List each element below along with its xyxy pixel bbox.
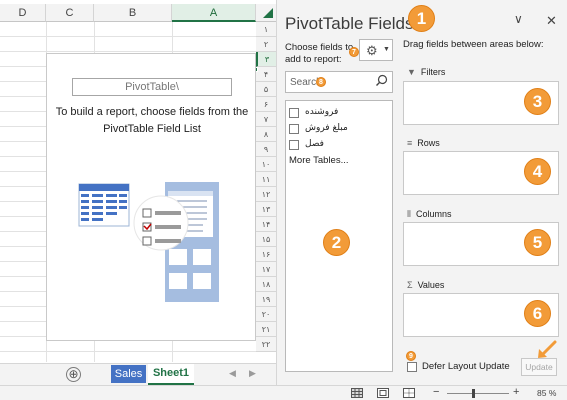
column-header-b[interactable]: B [94, 4, 172, 22]
callout-6: 6 [524, 300, 551, 327]
row-header[interactable]: ١٢ [256, 187, 276, 202]
sigma-icon: Σ [407, 280, 413, 290]
defer-layout-checkbox[interactable] [407, 362, 417, 372]
callout-4: 4 [524, 158, 551, 185]
columns-label: Columns [415, 209, 452, 219]
row-header[interactable]: ١١ [256, 172, 276, 187]
row-header[interactable]: ١۴ [256, 217, 276, 232]
field-item[interactable]: فروشنده [289, 107, 389, 121]
new-sheet-button[interactable]: ⊕ [66, 367, 81, 382]
tab-sheet1[interactable]: Sheet1 [148, 364, 194, 385]
row-header[interactable]: ٢١ [256, 322, 276, 337]
scroll-right-icon[interactable]: ▶ [249, 368, 256, 379]
field-item[interactable]: فصل [289, 139, 389, 153]
excel-window: D C B A ١ ٢ ٣ ۴ ۵ ۶ ٧ ٨ ٩ ١٠ ١١ ١٢ ١٣ ١۴ ١۵ ١۶ ١٧ ١٨ ١٩ ٢٠ ٢… [0, 0, 567, 400]
pivot-illustration-icon [78, 182, 219, 302]
row-header[interactable]: ٣ [256, 52, 276, 67]
callout-5: 5 [524, 229, 551, 256]
caret-down-icon: ▼ [383, 46, 390, 53]
row-header[interactable]: ١۵ [256, 232, 276, 247]
column-header-a[interactable]: A [172, 4, 256, 22]
row-header[interactable]: ١٩ [256, 292, 276, 307]
normal-view-icon[interactable] [351, 388, 363, 398]
rows-area-label: ≡ Rows [407, 138, 440, 148]
field-item[interactable]: مبلغ فروش [289, 123, 389, 137]
row-header[interactable]: ۶ [256, 97, 276, 112]
pivot-instruction-text: To build a report, choose fields from th… [55, 106, 249, 135]
page-break-view-icon[interactable] [403, 388, 415, 398]
filters-area-label: ▼ Filters [407, 67, 445, 77]
row-header[interactable]: ٢٠ [256, 307, 276, 322]
grid-line [0, 51, 256, 52]
select-all-triangle-icon [263, 8, 273, 18]
pivot-table-name: PivotTable\ [72, 78, 232, 96]
field-list-tools-button[interactable]: ⚙ ▼ [359, 39, 393, 61]
field-checkbox[interactable] [289, 140, 299, 150]
row-header[interactable]: ١۶ [256, 247, 276, 262]
callout-9: 9 [406, 351, 416, 361]
column-header-c[interactable]: C [46, 4, 94, 22]
zoom-slider[interactable] [447, 393, 509, 394]
values-area-label: Σ Values [407, 280, 444, 290]
zoom-out-button[interactable]: − [433, 386, 439, 398]
field-label: فروشنده [305, 107, 339, 117]
values-label: Values [417, 280, 445, 290]
choose-fields-label: Choose fields to add to report: [285, 42, 354, 65]
plus-icon: ⊕ [68, 367, 79, 381]
columns-icon: ⦀ [407, 209, 411, 219]
select-all-corner[interactable] [256, 4, 276, 22]
worksheet-grid[interactable]: D C B A ١ ٢ ٣ ۴ ۵ ۶ ٧ ٨ ٩ ١٠ ١١ ١٢ ١٣ ١۴ ١۵ ١۶ ١٧ ١٨ ١٩ ٢٠ ٢… [0, 0, 276, 365]
row-header[interactable]: ٧ [256, 112, 276, 127]
row-header[interactable]: ١٨ [256, 277, 276, 292]
pivot-table-placeholder[interactable]: PivotTable\ To build a report, choose fi… [46, 53, 256, 341]
callout-1: 1 [408, 5, 435, 32]
close-icon[interactable]: ✕ [546, 13, 557, 29]
zoom-level[interactable]: 85 % [537, 388, 556, 398]
row-header[interactable]: ٢٢ [256, 337, 276, 352]
rows-label: Rows [417, 138, 440, 148]
status-bar: − + 85 % [0, 385, 567, 400]
row-header[interactable]: ٩ [256, 142, 276, 157]
filter-icon: ▼ [407, 67, 416, 77]
row-header[interactable]: ١٣ [256, 202, 276, 217]
filters-label: Filters [420, 67, 446, 77]
row-header[interactable]: ١ [256, 22, 276, 37]
callout-2: 2 [323, 229, 350, 256]
arrow-callout-icon [538, 340, 557, 358]
pivot-field-list-pane: PivotTable Fields ∨ ✕ Choose fields to a… [276, 0, 567, 385]
gear-icon: ⚙ [366, 43, 378, 58]
defer-layout-label: Defer Layout Update [422, 361, 510, 372]
grid-line [0, 351, 256, 352]
callout-7: 7 [349, 47, 359, 57]
sheet-tab-bar: ⊕ Sales Sheet1 ◀ ▶ [0, 363, 276, 385]
zoom-slider-thumb[interactable] [471, 389, 475, 398]
search-icon [376, 74, 388, 86]
row-header[interactable]: ٨ [256, 127, 276, 142]
rows-icon: ≡ [407, 138, 413, 148]
callout-3: 3 [524, 88, 551, 115]
grid-line [0, 36, 256, 37]
pane-title: PivotTable Fields [285, 14, 414, 33]
chevron-down-icon[interactable]: ∨ [514, 12, 523, 26]
row-header[interactable]: ۵ [256, 82, 276, 97]
row-header[interactable]: ١٧ [256, 262, 276, 277]
scroll-left-icon[interactable]: ◀ [229, 368, 236, 379]
drag-fields-label: Drag fields between areas below: [403, 39, 544, 50]
more-tables-link[interactable]: More Tables... [289, 155, 349, 166]
tab-sales[interactable]: Sales [111, 365, 146, 383]
column-header-d[interactable]: D [0, 4, 46, 22]
update-button[interactable]: Update [521, 358, 557, 376]
field-label: مبلغ فروش [305, 123, 348, 133]
zoom-in-button[interactable]: + [513, 386, 519, 398]
field-checkbox[interactable] [289, 124, 299, 134]
row-header[interactable]: ۴ [256, 67, 276, 82]
field-label: فصل [305, 139, 324, 149]
callout-8: 8 [316, 77, 326, 87]
row-header[interactable]: ٢ [256, 37, 276, 52]
field-search-input[interactable]: Search [285, 71, 393, 93]
field-checkbox[interactable] [289, 108, 299, 118]
page-layout-view-icon[interactable] [377, 388, 389, 398]
row-header[interactable]: ١٠ [256, 157, 276, 172]
columns-area-label: ⦀ Columns [407, 209, 451, 220]
